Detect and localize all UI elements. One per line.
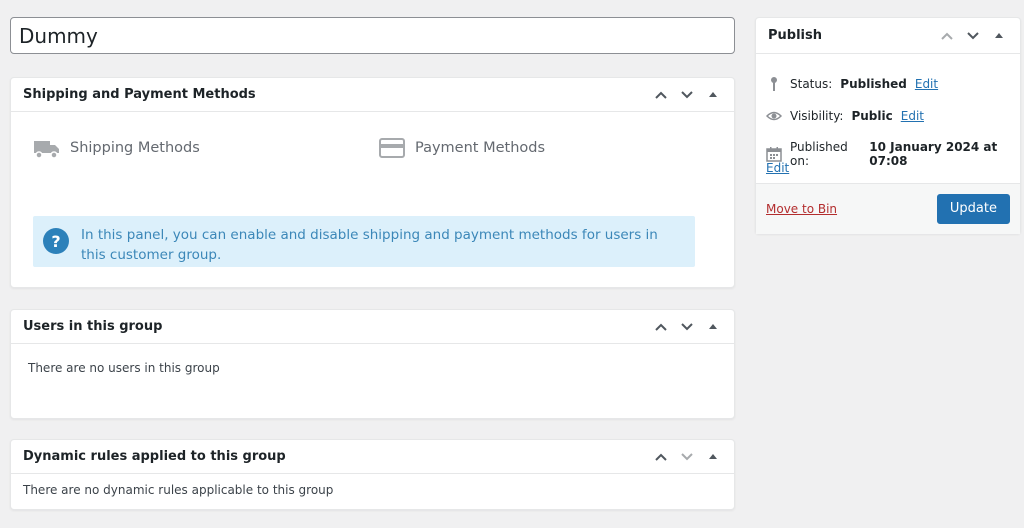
published-value: 10 January 2024 at 07:08 [869, 140, 998, 168]
move-up-button[interactable] [652, 318, 670, 336]
metabox-header: Publish [756, 18, 1020, 54]
toggle-panel-button[interactable] [990, 27, 1008, 45]
chevron-down-icon [681, 452, 693, 460]
toggle-panel-button[interactable] [704, 448, 722, 466]
status-label: Status: [790, 77, 833, 91]
info-notice: ? In this panel, you can enable and disa… [33, 216, 695, 267]
dynamic-rules-metabox: Dynamic rules applied to this group Ther… [10, 439, 735, 510]
toggle-arrow-icon [995, 32, 1003, 38]
publish-actions: Move to Bin Update [756, 183, 1020, 234]
handle-actions [938, 27, 1008, 45]
pin-icon [771, 77, 777, 91]
status-value: Published [840, 77, 907, 91]
visibility-label: Visibility: [790, 109, 844, 123]
move-to-bin-link[interactable]: Move to Bin [766, 202, 837, 216]
users-metabox: Users in this group There are no users i… [10, 309, 735, 419]
chevron-up-icon [655, 91, 667, 99]
edit-date-link[interactable]: Edit [766, 161, 789, 175]
move-up-button[interactable] [652, 448, 670, 466]
handle-actions [652, 448, 722, 466]
chevron-up-icon [655, 453, 667, 461]
empty-users-text: There are no users in this group [28, 361, 220, 375]
chevron-up-icon [941, 32, 953, 40]
toggle-arrow-icon [709, 453, 717, 459]
calendar-icon [766, 147, 782, 162]
payment-methods-label: Payment Methods [415, 140, 546, 156]
toggle-arrow-icon [709, 91, 717, 97]
truck-icon [34, 141, 59, 159]
update-button[interactable]: Update [936, 194, 1010, 224]
metabox-title: Dynamic rules applied to this group [23, 449, 286, 464]
edit-visibility-link[interactable]: Edit [901, 109, 924, 123]
chevron-down-icon [681, 90, 693, 98]
publish-metabox: Publish Status: Published Edit Visibilit… [755, 17, 1021, 234]
edit-status-link[interactable]: Edit [915, 77, 938, 91]
published-date-row: Published on: 10 January 2024 at 07:08 [766, 140, 1020, 168]
shipping-methods-label: Shipping Methods [70, 140, 200, 156]
metabox-header: Dynamic rules applied to this group [11, 440, 734, 474]
chevron-down-icon [681, 322, 693, 330]
title-input[interactable] [10, 17, 735, 54]
toggle-arrow-icon [709, 323, 717, 329]
shipping-methods-tab[interactable]: Shipping Methods [33, 136, 200, 160]
published-label: Published on: [790, 140, 848, 168]
move-up-button[interactable] [652, 86, 670, 104]
chevron-down-icon [967, 31, 979, 39]
move-down-button[interactable] [678, 318, 696, 336]
visibility-row: Visibility: Public Edit [766, 108, 924, 124]
handle-actions [652, 318, 722, 336]
eye-icon [766, 111, 782, 121]
toggle-panel-button[interactable] [704, 86, 722, 104]
empty-rules-text: There are no dynamic rules applicable to… [23, 483, 334, 497]
move-down-button[interactable] [678, 448, 696, 466]
move-down-button[interactable] [964, 27, 982, 45]
metabox-title: Users in this group [23, 319, 163, 334]
metabox-header: Users in this group [11, 310, 734, 344]
credit-card-icon [379, 138, 405, 158]
metabox-title: Shipping and Payment Methods [23, 87, 256, 102]
status-row: Status: Published Edit [766, 76, 938, 92]
notice-text: In this panel, you can enable and disabl… [81, 227, 658, 263]
visibility-value: Public [851, 109, 893, 123]
methods-row: Shipping Methods Payment Methods [33, 136, 734, 160]
metabox-title: Publish [768, 28, 822, 43]
metabox-header: Shipping and Payment Methods [11, 78, 734, 112]
chevron-up-icon [655, 323, 667, 331]
payment-methods-tab[interactable]: Payment Methods [378, 136, 545, 160]
toggle-panel-button[interactable] [704, 318, 722, 336]
shipping-payment-metabox: Shipping and Payment Methods Shipping Me… [10, 77, 735, 288]
move-down-button[interactable] [678, 86, 696, 104]
help-icon: ? [43, 228, 69, 254]
handle-actions [652, 86, 722, 104]
move-up-button[interactable] [938, 27, 956, 45]
